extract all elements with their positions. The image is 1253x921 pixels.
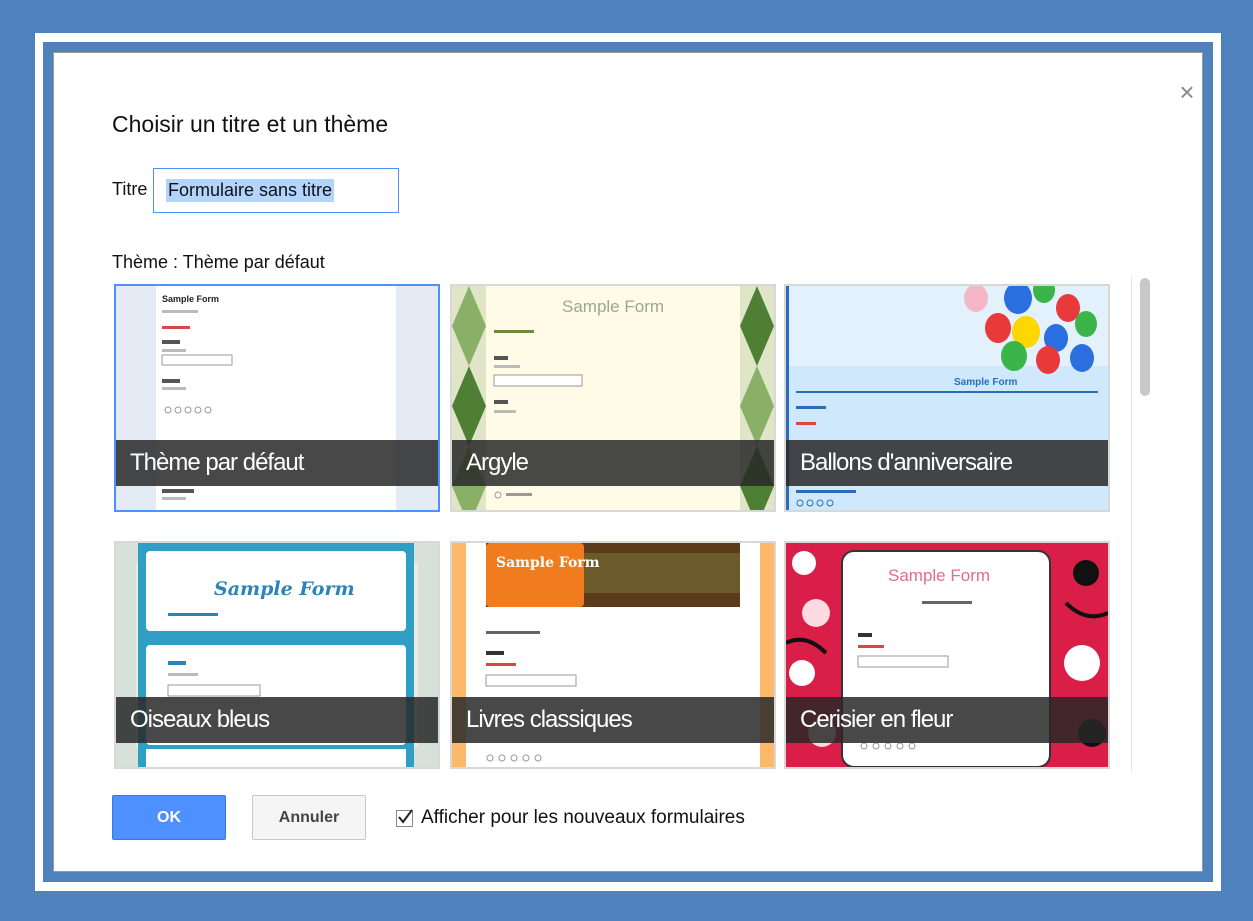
scrollbar-thumb[interactable] xyxy=(1140,278,1150,396)
theme-grid: Sample Form Thème par défaut Sample Form… xyxy=(114,284,1114,769)
preview-title-cerisier: Sample Form xyxy=(888,566,990,585)
preview-title-ballons: Sample Form xyxy=(954,377,1017,388)
theme-label-default: Thème par défaut xyxy=(116,440,438,486)
title-field-label: Titre xyxy=(112,179,148,199)
theme-label-oiseaux: Oiseaux bleus xyxy=(116,697,438,743)
theme-tile-cerisier[interactable]: Sample Form Cerisier en fleur xyxy=(784,541,1110,769)
show-for-new-label: Afficher pour les nouveaux formulaires xyxy=(421,807,745,828)
theme-tile-argyle[interactable]: Sample Form Argyle xyxy=(450,284,776,512)
theme-label-cerisier: Cerisier en fleur xyxy=(786,697,1108,743)
preview-title-argyle: Sample Form xyxy=(562,297,664,316)
theme-tile-livres[interactable]: Sample Form Livres classiques xyxy=(450,541,776,769)
preview-title-oiseaux: Sample Form xyxy=(214,578,355,600)
title-input-value: Formulaire sans titre xyxy=(166,179,335,202)
theme-label: Thème : Thème par défaut xyxy=(112,252,325,272)
theme-scrollbar[interactable] xyxy=(1131,276,1158,772)
show-for-new-checkbox[interactable] xyxy=(396,809,413,827)
theme-label-argyle: Argyle xyxy=(452,440,774,486)
dialog-title: Choisir un titre et un thème xyxy=(112,111,389,137)
checkmark-icon xyxy=(398,809,413,824)
theme-tile-default[interactable]: Sample Form Thème par défaut xyxy=(114,284,440,512)
preview-title-default: Sample Form xyxy=(162,294,219,304)
theme-label-livres: Livres classiques xyxy=(452,697,774,743)
cancel-button[interactable]: Annuler xyxy=(252,795,366,840)
theme-tile-oiseaux[interactable]: Sample Form Oiseaux bleus xyxy=(114,541,440,769)
theme-label-ballons: Ballons d'anniversaire xyxy=(786,440,1108,486)
close-icon[interactable]: × xyxy=(1176,79,1198,105)
theme-tile-ballons[interactable]: Sample Form Ballons d'anniversaire xyxy=(784,284,1110,512)
ok-button[interactable]: OK xyxy=(112,795,226,840)
preview-title-livres: Sample Form xyxy=(496,555,600,571)
title-input[interactable]: Formulaire sans titre xyxy=(153,168,399,213)
